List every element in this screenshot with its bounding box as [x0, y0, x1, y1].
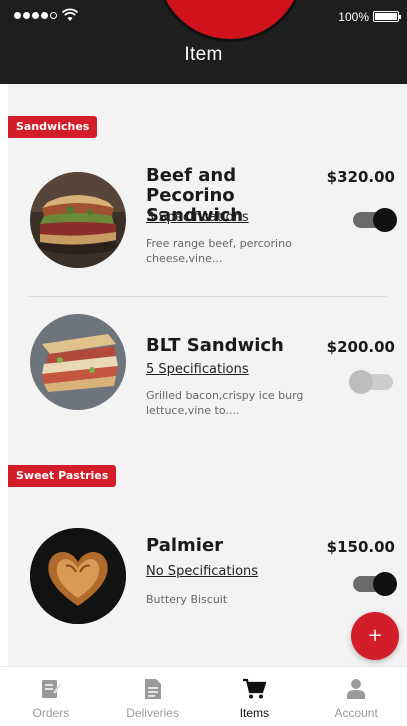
item-specifications-link[interactable]: 3 Specifications — [146, 210, 249, 225]
item-availability-toggle[interactable] — [349, 370, 393, 394]
nav-label-orders: Orders — [32, 706, 70, 720]
palmier-image — [30, 528, 126, 624]
item-image-palmier — [30, 528, 126, 624]
list-item[interactable]: BLT Sandwich $200.00 5 Specifications Gr… — [8, 298, 407, 438]
add-item-button[interactable]: + — [351, 612, 399, 660]
orders-icon — [39, 677, 63, 701]
item-description: Buttery Biscuit — [146, 593, 228, 606]
bottom-navigation: Orders Deliveries Items Account — [0, 666, 407, 726]
account-icon — [344, 677, 368, 701]
item-availability-toggle[interactable] — [353, 572, 397, 596]
item-availability-toggle[interactable] — [353, 208, 397, 232]
app-header: 100% Item — [0, 0, 407, 84]
nav-label-account: Account — [334, 706, 378, 720]
list-item[interactable]: Beef and Pecorino Sandwich $320.00 3 Spe… — [8, 148, 407, 297]
nav-item-orders[interactable]: Orders — [0, 667, 102, 726]
nav-label-items: Items — [239, 706, 270, 720]
item-image-blt-sandwich — [30, 314, 126, 410]
item-specifications-link[interactable]: No Specifications — [146, 564, 258, 579]
cart-icon — [242, 677, 267, 701]
blt-sandwich-image — [30, 314, 126, 410]
nav-item-account[interactable]: Account — [305, 667, 407, 726]
battery-percentage: 100% — [338, 10, 369, 24]
item-divider — [28, 296, 387, 297]
item-description: Grilled bacon,crispy ice burg lettuce,vi… — [146, 389, 304, 417]
status-bar: 100% — [0, 0, 407, 32]
page-title: Item — [184, 44, 223, 65]
item-image-beef-sandwich — [30, 172, 126, 268]
list-item[interactable]: Palmier $150.00 No Specifications Butter… — [8, 494, 407, 634]
item-name: Palmier — [146, 535, 224, 556]
item-price: $320.00 — [326, 168, 395, 186]
item-price: $200.00 — [326, 338, 395, 356]
item-specifications-link[interactable]: 5 Specifications — [146, 362, 249, 377]
deliveries-icon — [141, 677, 165, 701]
category-label-sweet-pastries: Sweet Pastries — [8, 465, 117, 487]
item-description: Free range beef, percorino cheese,vine..… — [146, 237, 292, 265]
signal-icon — [14, 12, 57, 19]
nav-label-deliveries: Deliveries — [126, 706, 179, 720]
nav-item-deliveries[interactable]: Deliveries — [102, 667, 204, 726]
nav-item-items[interactable]: Items — [204, 667, 306, 726]
items-list[interactable]: Sandwiches Beef and Pecorino Sandwich $3… — [8, 84, 407, 666]
wifi-icon — [62, 8, 78, 21]
beef-sandwich-image — [30, 172, 126, 268]
item-name: BLT Sandwich — [146, 335, 284, 356]
category-label-sandwiches: Sandwiches — [8, 116, 98, 138]
battery-icon — [373, 11, 401, 22]
item-price: $150.00 — [326, 538, 395, 556]
